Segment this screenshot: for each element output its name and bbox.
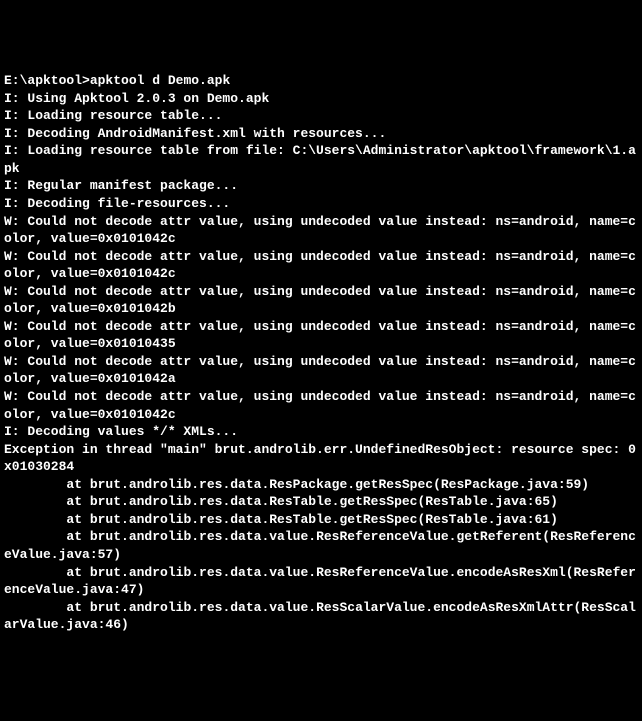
output-line: I: Loading resource table from file: C:\… — [4, 142, 638, 177]
output-line: W: Could not decode attr value, using un… — [4, 248, 638, 283]
command-line: E:\apktool>apktool d Demo.apk — [4, 72, 638, 90]
output-line: at brut.androlib.res.data.ResTable.getRe… — [4, 493, 638, 511]
output-line: I: Decoding values */* XMLs... — [4, 423, 638, 441]
terminal-output[interactable]: E:\apktool>apktool d Demo.apkI: Using Ap… — [4, 72, 638, 634]
output-line: W: Could not decode attr value, using un… — [4, 283, 638, 318]
output-line: I: Regular manifest package... — [4, 177, 638, 195]
output-line: I: Using Apktool 2.0.3 on Demo.apk — [4, 90, 638, 108]
output-line: at brut.androlib.res.data.value.ResRefer… — [4, 528, 638, 563]
output-line: at brut.androlib.res.data.value.ResScala… — [4, 599, 638, 634]
prompt-path: E:\apktool> — [4, 73, 90, 88]
output-line: I: Loading resource table... — [4, 107, 638, 125]
output-line: W: Could not decode attr value, using un… — [4, 353, 638, 388]
output-line: at brut.androlib.res.data.ResTable.getRe… — [4, 511, 638, 529]
output-line: W: Could not decode attr value, using un… — [4, 388, 638, 423]
output-line: W: Could not decode attr value, using un… — [4, 213, 638, 248]
output-line: at brut.androlib.res.data.ResPackage.get… — [4, 476, 638, 494]
output-line: W: Could not decode attr value, using un… — [4, 318, 638, 353]
output-line: I: Decoding AndroidManifest.xml with res… — [4, 125, 638, 143]
output-line: at brut.androlib.res.data.value.ResRefer… — [4, 564, 638, 599]
output-line: I: Decoding file-resources... — [4, 195, 638, 213]
typed-command: apktool d Demo.apk — [90, 73, 230, 88]
output-line: Exception in thread "main" brut.androlib… — [4, 441, 638, 476]
